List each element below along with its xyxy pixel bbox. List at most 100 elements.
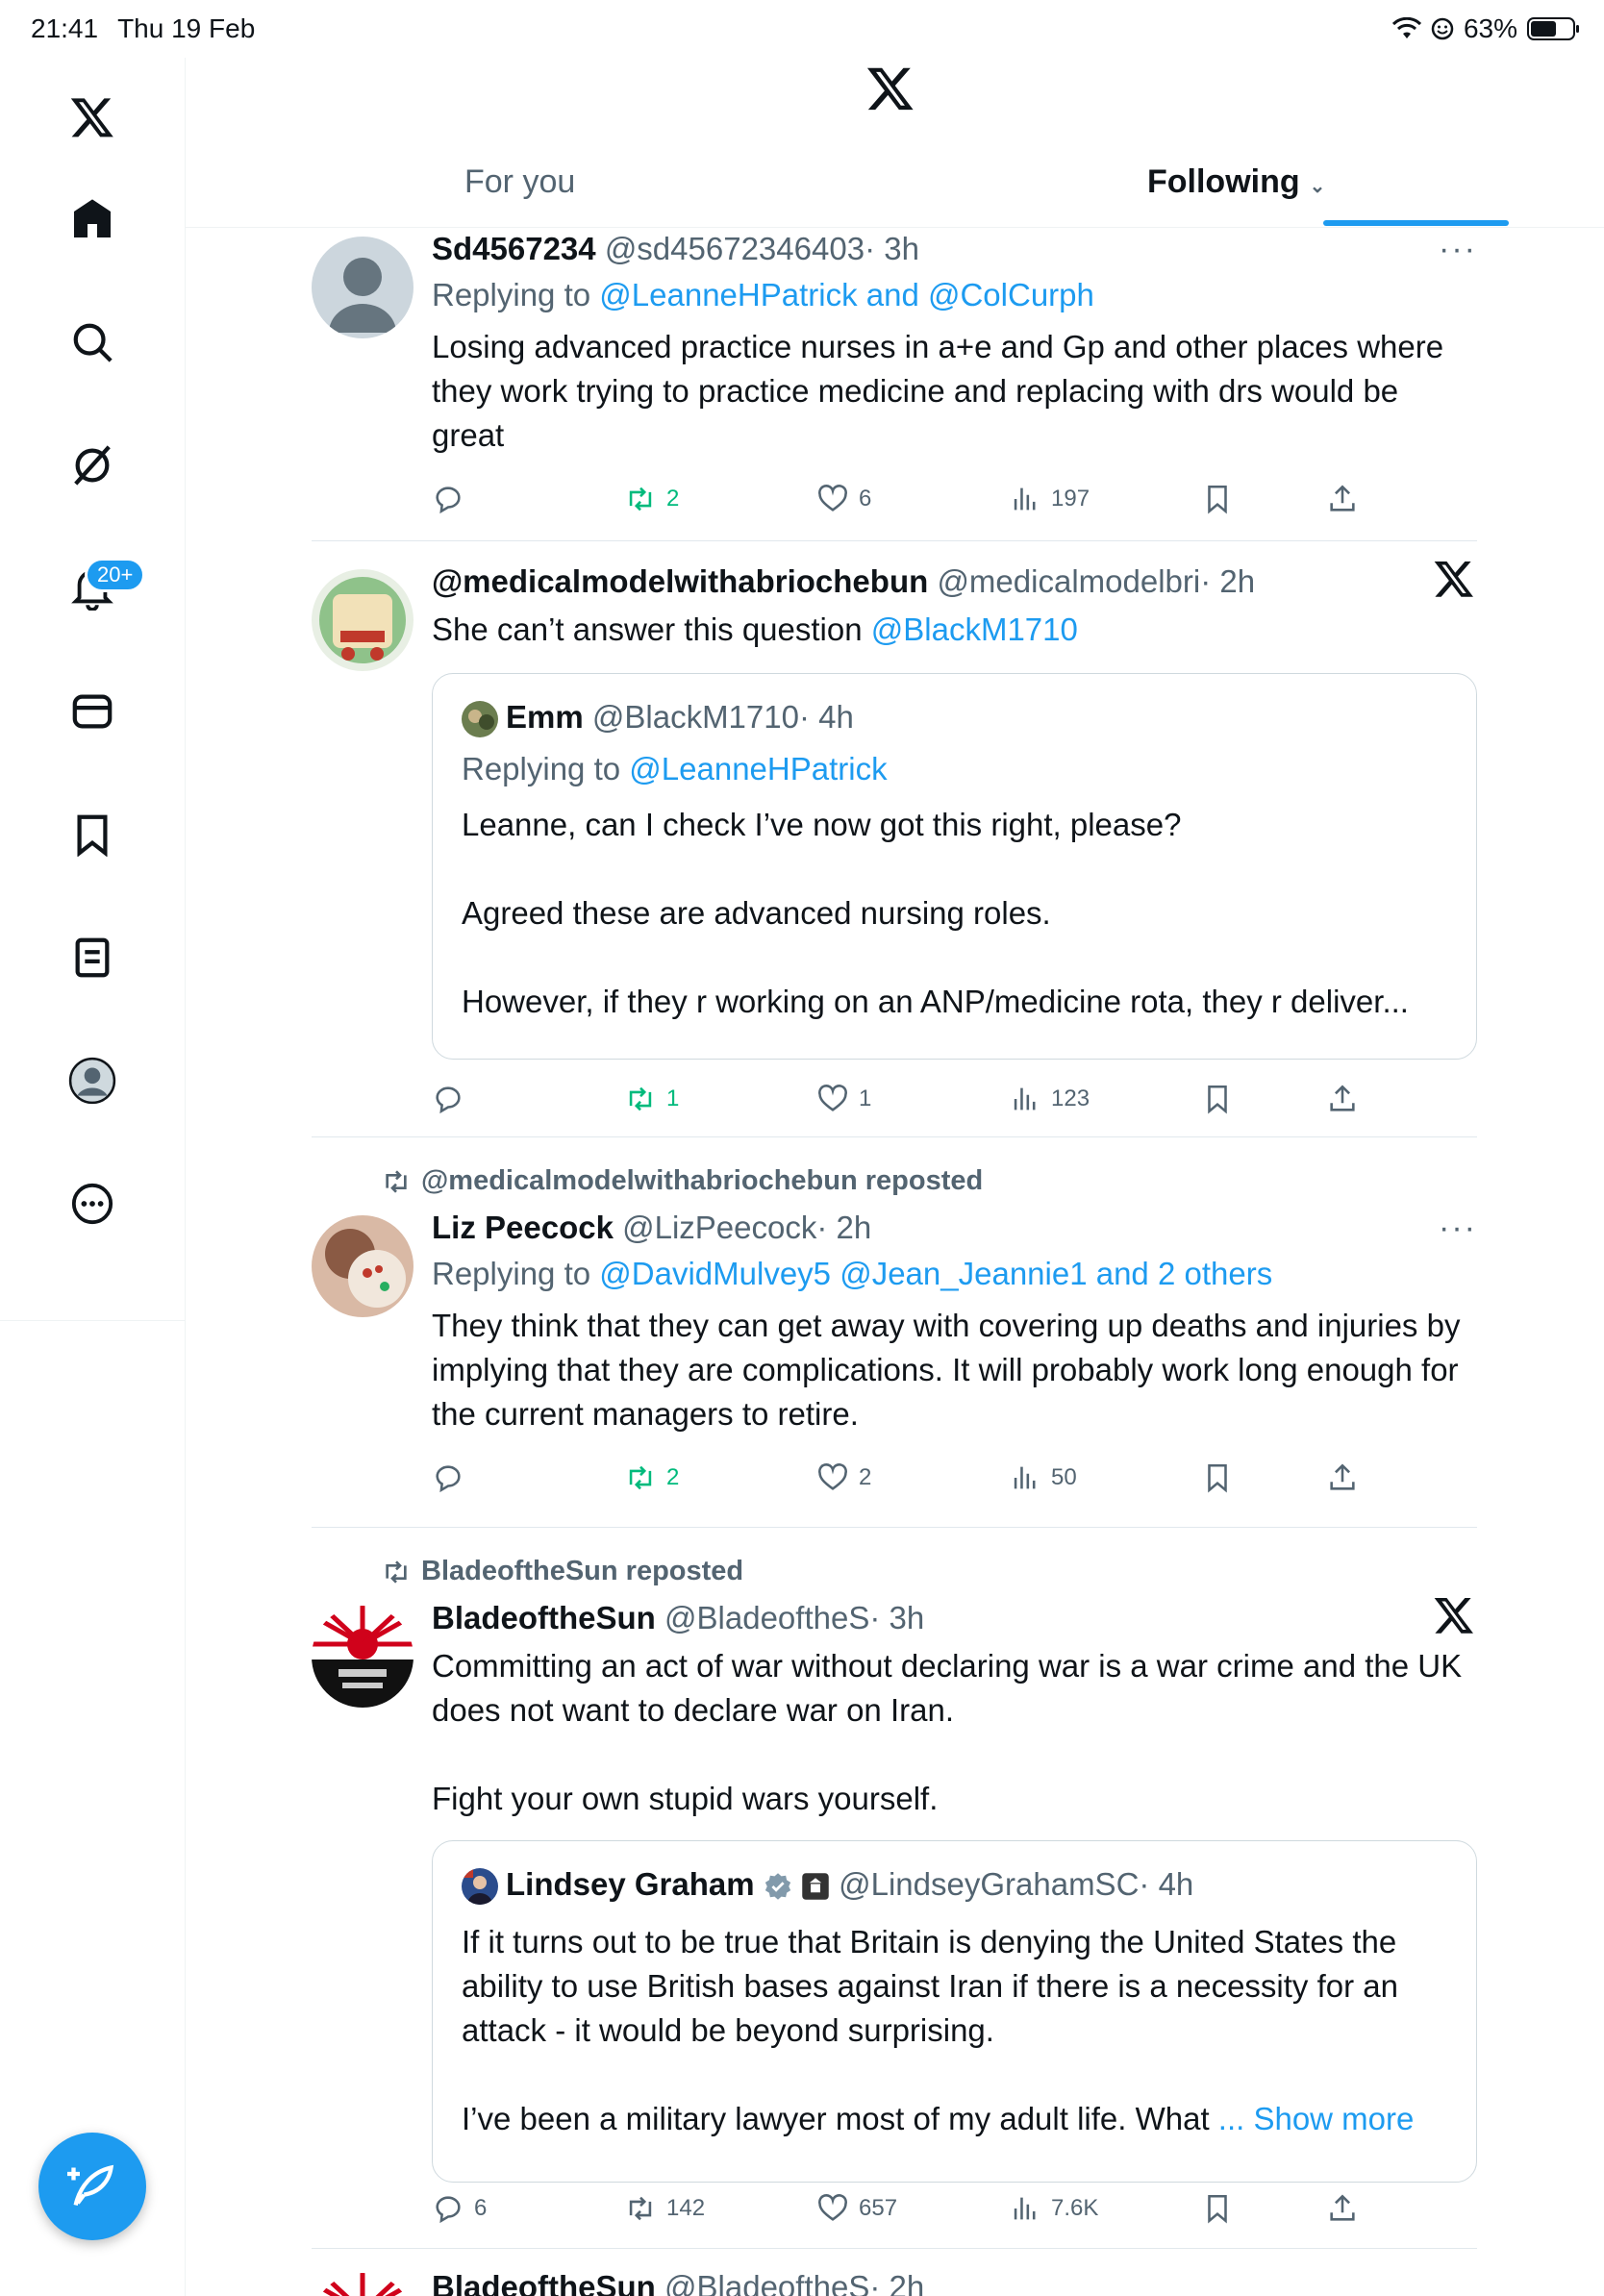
repost-icon: [629, 1465, 652, 1490]
repost-button[interactable]: 1: [624, 1083, 679, 1115]
reply-button[interactable]: [432, 483, 474, 515]
sidebar-divider: [0, 1320, 185, 1321]
quote-text: Leanne, can I check I’ve now got this ri…: [462, 807, 1409, 1020]
views-button[interactable]: 197: [1009, 483, 1090, 515]
like-button[interactable]: 6: [816, 483, 871, 515]
avatar[interactable]: [312, 1215, 414, 1317]
verified-badge-icon: [764, 1873, 790, 1901]
replying-to-link[interactable]: @DavidMulvey5 @Jean_Jeannie1 and 2 other…: [599, 1256, 1272, 1291]
replying-to-link[interactable]: @LeanneHPatrick and @ColCurph: [599, 277, 1094, 312]
tweet[interactable]: @medicalmodelwithabriochebun @medicalmod…: [312, 562, 1477, 1121]
tweet[interactable]: Sd4567234 @sd45672346403· 3h ··· Replyin…: [312, 231, 1477, 538]
repost-label-text[interactable]: BladeoftheSun reposted: [421, 1556, 743, 1586]
tab-for-you[interactable]: For you: [464, 163, 575, 201]
tweet-time[interactable]: · 3h: [865, 231, 919, 266]
tweet-actions: 2 6 197: [432, 483, 1477, 521]
quote-replying-to: Replying to @LeanneHPatrick: [462, 751, 1447, 787]
tweet-time[interactable]: · 3h: [869, 1600, 924, 1635]
grok-icon[interactable]: [54, 427, 131, 504]
bookmark-button[interactable]: [1201, 1461, 1234, 1494]
avatar[interactable]: [312, 237, 414, 338]
share-button[interactable]: [1326, 1083, 1359, 1115]
author-handle[interactable]: @LizPeecock: [622, 1210, 816, 1245]
bookmark-icon: [1208, 1085, 1227, 1114]
replying-to-prefix: Replying to: [432, 277, 591, 312]
quoted-tweet[interactable]: Lindsey Graham @LindseyGrahamSC· 4h If i…: [432, 1840, 1477, 2183]
tweet-time[interactable]: · 2h: [869, 2269, 924, 2296]
messages-icon[interactable]: [54, 673, 131, 750]
author-handle[interactable]: @BladeoftheS: [664, 2269, 869, 2296]
views-count: 123: [1051, 1086, 1090, 1111]
bookmarks-icon[interactable]: [54, 796, 131, 873]
tweet-time[interactable]: · 2h: [816, 1210, 871, 1245]
repost-count: 142: [666, 2195, 706, 2221]
tweet[interactable]: Liz Peecock @LizPeecock· 2h ··· Replying…: [312, 1210, 1477, 1546]
compose-feather-icon: [67, 2164, 114, 2207]
profile-icon[interactable]: [54, 1042, 131, 1119]
avatar[interactable]: [312, 2273, 414, 2296]
bookmark-button[interactable]: [1201, 1083, 1234, 1115]
views-button[interactable]: 7.6K: [1009, 2192, 1098, 2225]
reply-button[interactable]: [432, 1461, 474, 1494]
repost-label-text[interactable]: @medicalmodelwithabriochebun reposted: [421, 1165, 983, 1196]
avatar[interactable]: [312, 569, 414, 671]
repost-button[interactable]: 142: [624, 2192, 705, 2225]
share-button[interactable]: [1326, 483, 1359, 515]
quote-text: If it turns out to be true that Britain …: [462, 1920, 1447, 2141]
status-time: 21:41: [31, 13, 99, 43]
quote-author-name: Emm: [506, 699, 584, 735]
reply-button[interactable]: 6: [432, 2192, 487, 2225]
tab-active-indicator: [1323, 220, 1509, 226]
quoted-tweet[interactable]: Emm @BlackM1710· 4h Replying to @LeanneH…: [432, 673, 1477, 1060]
repost-button[interactable]: 2: [624, 483, 679, 515]
home-icon[interactable]: [54, 181, 131, 258]
repost-icon: [629, 1086, 652, 1111]
like-button[interactable]: 657: [816, 2192, 897, 2225]
share-button[interactable]: [1326, 1461, 1359, 1494]
share-button[interactable]: [1326, 2192, 1359, 2225]
replying-to: Replying to @LeanneHPatrick and @ColCurp…: [432, 277, 1477, 313]
bookmark-button[interactable]: [1201, 2192, 1234, 2225]
tweet-time[interactable]: · 2h: [1200, 563, 1255, 599]
bookmark-icon: [1208, 2194, 1227, 2224]
quote-avatar[interactable]: [462, 1868, 498, 1906]
tweet-divider: [312, 2248, 1477, 2249]
tweet[interactable]: BladeoftheSun @BladeoftheS· 2h: [312, 2269, 1477, 2296]
tweet-actions: 1 1 123: [432, 1083, 1477, 1121]
mention-link[interactable]: @BlackM1710: [871, 611, 1078, 647]
avatar[interactable]: [312, 1606, 414, 1708]
repost-icon: [386, 1560, 407, 1584]
more-options-button[interactable]: ···: [1439, 1210, 1477, 1247]
reply-button[interactable]: [432, 1083, 474, 1115]
author-handle[interactable]: @medicalmodelbri: [937, 563, 1200, 599]
author-name[interactable]: Liz Peecock: [432, 1210, 614, 1245]
like-button[interactable]: 1: [816, 1083, 871, 1115]
author-name[interactable]: @medicalmodelwithabriochebun: [432, 563, 928, 599]
like-button[interactable]: 2: [816, 1461, 871, 1494]
tab-following[interactable]: Following ⌄: [1147, 163, 1325, 201]
author-name[interactable]: Sd4567234: [432, 231, 596, 266]
show-more-link[interactable]: ... Show more: [1218, 2101, 1415, 2136]
x-logo-icon[interactable]: [54, 79, 131, 156]
author-handle[interactable]: @BladeoftheS: [664, 1600, 869, 1635]
author-handle[interactable]: @sd45672346403: [605, 231, 865, 266]
repost-button[interactable]: 2: [624, 1461, 679, 1494]
search-icon[interactable]: [54, 304, 131, 381]
quote-avatar[interactable]: [462, 701, 498, 738]
x-logo-icon: [1434, 1598, 1473, 1634]
compose-button[interactable]: [38, 2133, 146, 2240]
replying-to-link[interactable]: @LeanneHPatrick: [629, 751, 887, 786]
author-name[interactable]: BladeoftheSun: [432, 2269, 656, 2296]
notifications-badge: 20+: [85, 558, 146, 592]
views-button[interactable]: 123: [1009, 1083, 1090, 1115]
lists-icon[interactable]: [54, 919, 131, 996]
heart-icon: [818, 1085, 847, 1111]
views-button[interactable]: 50: [1009, 1461, 1077, 1494]
views-icon: [1014, 2197, 1036, 2220]
repost-count: 2: [666, 1464, 680, 1490]
bookmark-button[interactable]: [1201, 483, 1234, 515]
tweet[interactable]: BladeoftheSun @BladeoftheS· 3h Committin…: [312, 1598, 1477, 2234]
author-name[interactable]: BladeoftheSun: [432, 1600, 656, 1635]
more-options-button[interactable]: ···: [1439, 231, 1477, 268]
more-icon[interactable]: [54, 1165, 131, 1242]
